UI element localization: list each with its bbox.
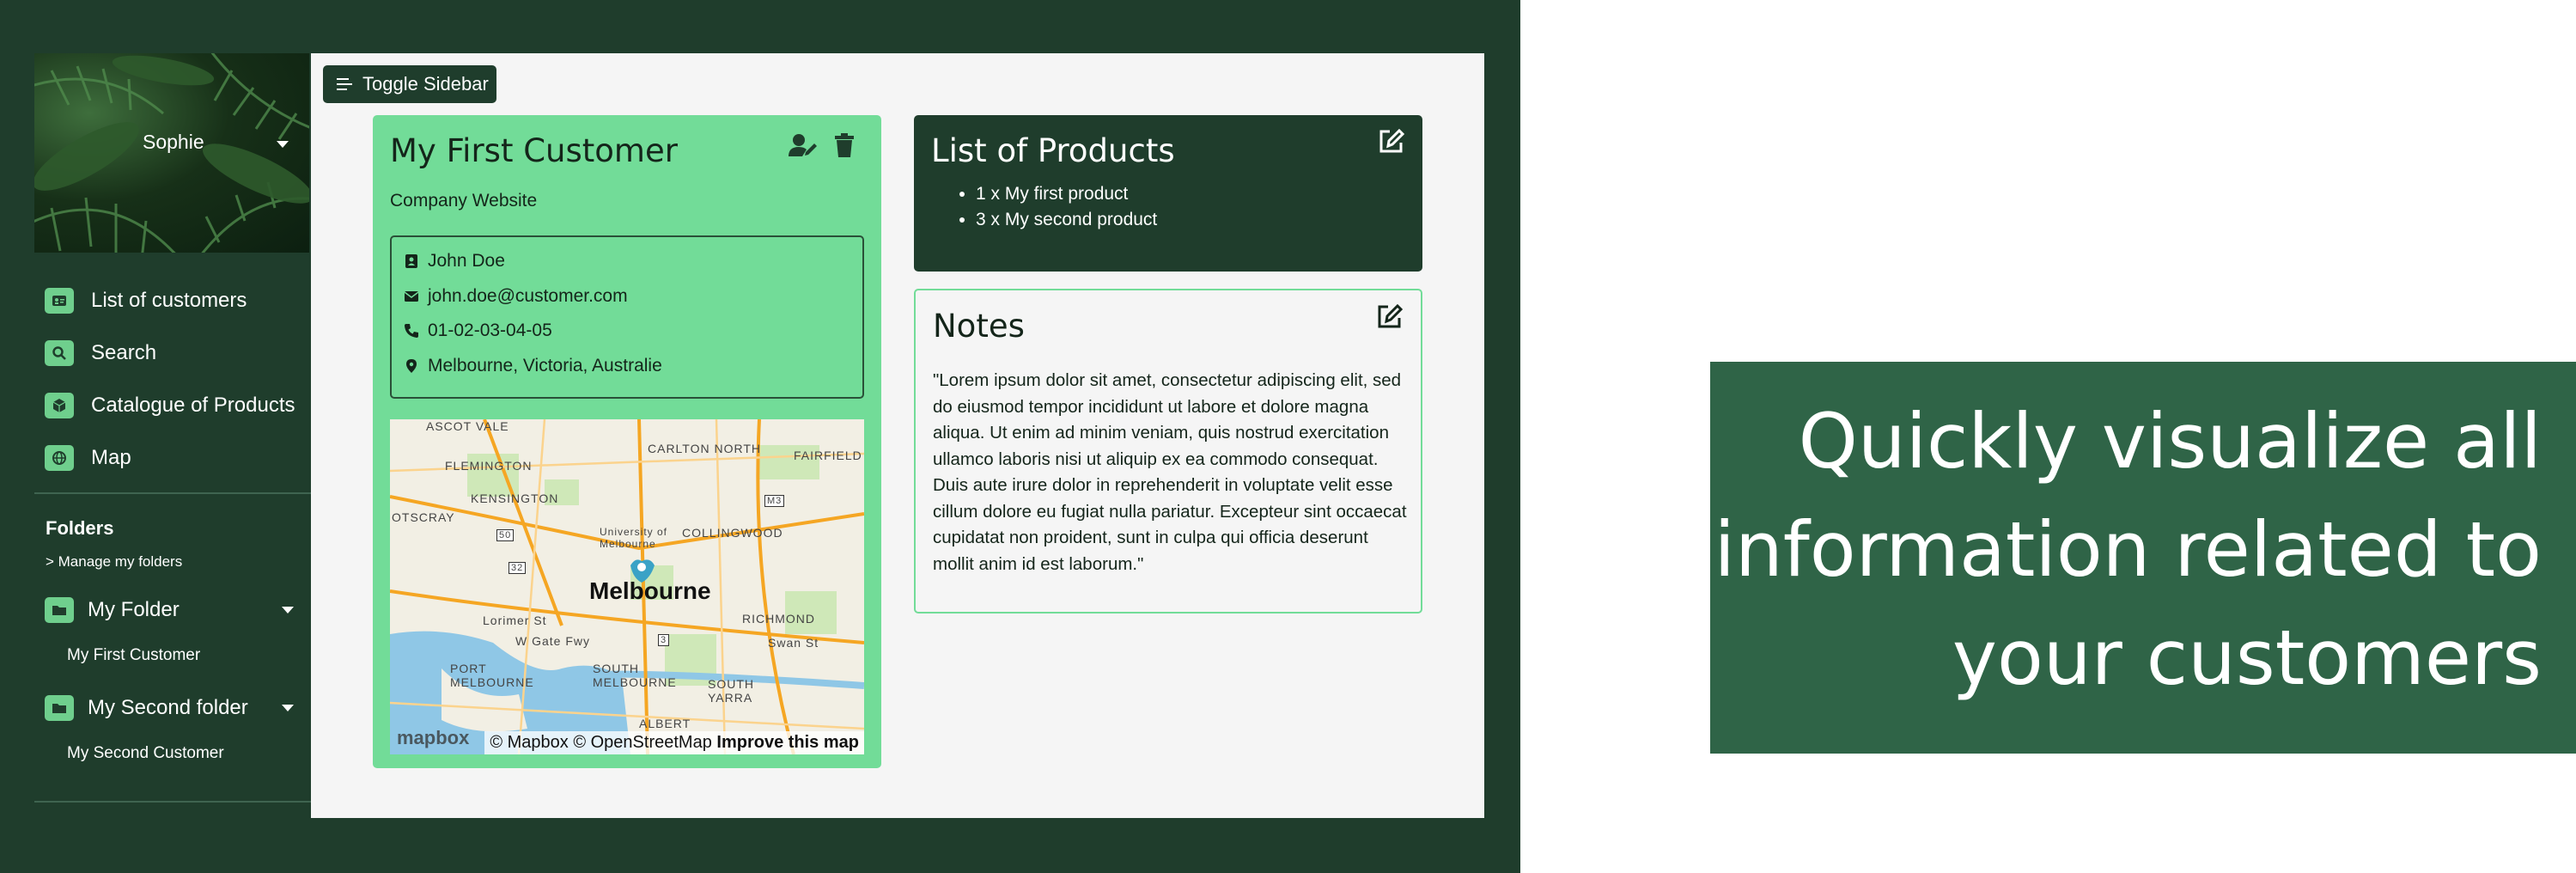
map-label: FLEMINGTON bbox=[445, 459, 533, 473]
contact-card-icon bbox=[405, 254, 417, 268]
notes-title: Notes bbox=[933, 308, 1025, 345]
company-website-link[interactable]: Company Website bbox=[390, 191, 537, 211]
customer-card: My First Customer Company Website John D… bbox=[373, 115, 881, 768]
toggle-sidebar-label: Toggle Sidebar bbox=[362, 73, 489, 95]
improve-map-link[interactable]: Improve this map bbox=[716, 733, 859, 752]
map-label: FAIRFIELD bbox=[794, 449, 862, 462]
banner-line: Quickly visualize all bbox=[1798, 397, 2542, 485]
folder-my-second-folder[interactable]: My Second folder bbox=[45, 689, 294, 727]
contact-email-row: john.doe@customer.com bbox=[404, 286, 628, 307]
folder-customer-item[interactable]: My Second Customer bbox=[67, 744, 224, 763]
contact-address-row: Melbourne, Victoria, Australie bbox=[404, 356, 662, 376]
envelope-icon bbox=[404, 291, 419, 302]
road-shield: 32 bbox=[509, 562, 527, 574]
contact-phone[interactable]: 01-02-03-04-05 bbox=[428, 321, 552, 341]
products-title: List of Products bbox=[931, 132, 1175, 169]
map-label: CARLTON NORTH bbox=[648, 442, 762, 455]
search-icon bbox=[45, 340, 74, 366]
map-attribution: © Mapbox © OpenStreetMap Improve this ma… bbox=[484, 731, 864, 754]
road-shield: 3 bbox=[658, 634, 670, 646]
customer-name: My First Customer bbox=[390, 132, 678, 169]
map-label: University of Melbourne bbox=[600, 526, 668, 550]
contact-name: John Doe bbox=[428, 251, 505, 271]
product-item: 3 x My second product bbox=[976, 210, 1157, 230]
customer-actions bbox=[789, 132, 856, 158]
id-card-icon bbox=[45, 288, 74, 314]
chevron-down-icon[interactable] bbox=[282, 705, 294, 711]
banner-line: your customers bbox=[1952, 614, 2542, 702]
edit-icon[interactable] bbox=[1376, 302, 1404, 330]
product-item: 1 x My first product bbox=[976, 184, 1157, 205]
folder-icon bbox=[45, 695, 74, 721]
edit-icon[interactable] bbox=[1378, 127, 1405, 155]
chevron-down-icon[interactable] bbox=[282, 607, 294, 614]
folders-title: Folders bbox=[46, 517, 114, 539]
contact-name-row: John Doe bbox=[404, 251, 505, 272]
map-label: Swan St bbox=[768, 636, 819, 650]
products-card: List of Products 1 x My first product 3 … bbox=[914, 115, 1422, 272]
map-city-label: Melbourne bbox=[589, 577, 711, 604]
road-shield: 50 bbox=[496, 529, 515, 541]
globe-icon bbox=[45, 445, 74, 471]
nav-item-search[interactable]: Search bbox=[45, 334, 156, 372]
notes-text: "Lorem ipsum dolor sit amet, consectetur… bbox=[933, 370, 1407, 574]
box-icon bbox=[45, 393, 74, 418]
nav-item-catalogue[interactable]: Catalogue of Products bbox=[45, 387, 295, 424]
map-label: ALBERT bbox=[639, 717, 691, 730]
nav-item-label: Search bbox=[91, 341, 157, 364]
notes-card: Notes "Lorem ipsum dolor sit amet, conse… bbox=[914, 289, 1422, 614]
products-list: 1 x My first product 3 x My second produ… bbox=[976, 184, 1157, 235]
trash-icon[interactable] bbox=[833, 132, 856, 158]
folder-icon bbox=[45, 597, 74, 623]
divider bbox=[34, 801, 311, 803]
nav-item-map[interactable]: Map bbox=[45, 439, 131, 477]
main-panel: Toggle Sidebar My First Customer Company… bbox=[311, 53, 1484, 818]
marketing-banner: Quickly visualize all information relate… bbox=[1710, 362, 2576, 754]
map-label: ASCOT VALE bbox=[426, 419, 509, 433]
map-label: RICHMOND bbox=[742, 612, 815, 626]
map-attribution-text[interactable]: © Mapbox © OpenStreetMap bbox=[490, 733, 712, 752]
map-label: KENSINGTON bbox=[471, 491, 559, 505]
phone-icon bbox=[405, 324, 418, 338]
contact-box: John Doe john.doe@customer.com 01-02-03-… bbox=[390, 235, 864, 399]
map-label: SOUTH MELBOURNE bbox=[593, 662, 677, 689]
user-edit-icon[interactable] bbox=[789, 132, 818, 158]
menu-lines-icon bbox=[337, 78, 352, 90]
mapbox-logo[interactable]: mapbox bbox=[397, 727, 469, 749]
sidebar: Sophie List of customers Search Catalogu… bbox=[34, 53, 311, 809]
map-label: PORT MELBOURNE bbox=[450, 662, 534, 689]
folder-customer-item[interactable]: My First Customer bbox=[67, 646, 200, 665]
map-label: SOUTH YARRA bbox=[708, 677, 754, 705]
contact-email[interactable]: john.doe@customer.com bbox=[428, 286, 628, 307]
folder-label: My Second folder bbox=[88, 696, 248, 719]
nav-item-list-of-customers[interactable]: List of customers bbox=[45, 282, 247, 320]
folder-label: My Folder bbox=[88, 598, 180, 621]
map-label: Lorimer St bbox=[483, 614, 547, 627]
toggle-sidebar-button[interactable]: Toggle Sidebar bbox=[323, 65, 496, 103]
user-name: Sophie bbox=[143, 131, 204, 153]
nav-item-label: List of customers bbox=[91, 289, 247, 312]
customer-location-map[interactable]: ASCOT VALE CARLTON NORTH FAIRFIELD FLEMI… bbox=[390, 419, 864, 754]
map-label: COLLINGWOOD bbox=[682, 526, 783, 540]
banner-line: information related to bbox=[1714, 505, 2542, 594]
contact-address: Melbourne, Victoria, Australie bbox=[428, 356, 662, 375]
map-label: W Gate Fwy bbox=[515, 634, 591, 648]
app-window: Sophie List of customers Search Catalogu… bbox=[0, 0, 1520, 873]
map-label: OTSCRAY bbox=[392, 510, 455, 524]
contact-phone-row: 01-02-03-04-05 bbox=[404, 321, 552, 341]
manage-folders-link[interactable]: > Manage my folders bbox=[46, 553, 182, 571]
nav-item-label: Map bbox=[91, 446, 131, 469]
folder-my-folder[interactable]: My Folder bbox=[45, 591, 294, 629]
nav-item-label: Catalogue of Products bbox=[91, 394, 295, 417]
location-pin-icon bbox=[406, 359, 417, 373]
divider bbox=[34, 492, 311, 494]
road-shield: M3 bbox=[764, 495, 785, 507]
profile-header[interactable]: Sophie bbox=[34, 53, 309, 253]
user-menu-caret-icon[interactable] bbox=[277, 141, 289, 148]
